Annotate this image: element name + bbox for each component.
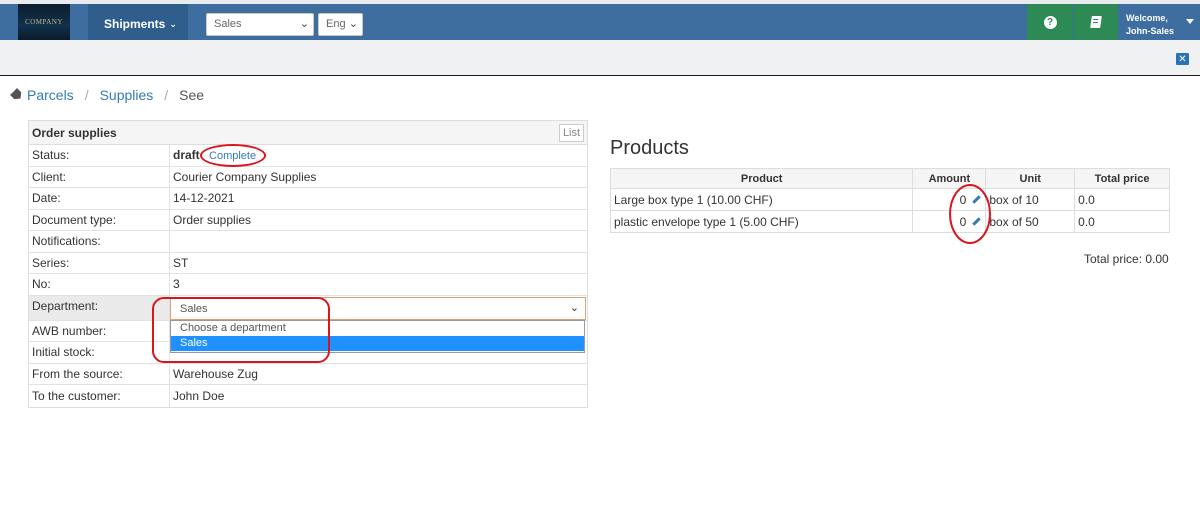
- unit-cell: box of 10: [985, 188, 1076, 211]
- pencil-icon[interactable]: [972, 217, 982, 226]
- department-switcher[interactable]: Sales ⌄: [206, 13, 314, 36]
- product-name: Large box type 1 (10.00 CHF): [609, 188, 914, 211]
- products-table: Product Amount Unit Total price Large bo…: [609, 168, 1170, 233]
- table-row: plastic envelope type 1 (5.00 CHF) 0 box…: [609, 210, 1170, 233]
- product-name: plastic envelope type 1 (5.00 CHF): [609, 210, 914, 233]
- no-label: No:: [29, 274, 170, 295]
- company-logo[interactable]: COMPANY: [18, 4, 70, 40]
- book-icon: [1090, 16, 1102, 28]
- shipments-menu-label: Shipments: [104, 17, 166, 31]
- document-type-value: Order supplies: [173, 212, 252, 227]
- chevron-down-icon: ⌄: [299, 18, 309, 30]
- department-select-value: Sales: [180, 303, 208, 315]
- close-icon[interactable]: ✕: [1176, 53, 1189, 65]
- products-header-row: Product Amount Unit Total price: [609, 168, 1170, 189]
- department-option-selected[interactable]: Sales: [171, 336, 584, 351]
- client-label: Client:: [29, 166, 170, 187]
- row-no: No: 3: [29, 274, 587, 296]
- amount-value: 0: [959, 214, 967, 229]
- column-header: Total price: [1074, 168, 1170, 189]
- status-value: draft: [173, 148, 200, 163]
- status-label: Status:: [29, 145, 170, 166]
- unit-cell: box of 50: [985, 210, 1076, 233]
- order-details-panel: Order supplies List Status: draft Comple…: [28, 120, 588, 408]
- breadcrumb-separator: /: [164, 87, 169, 103]
- language-switcher-value: Eng: [326, 18, 346, 30]
- department-dropdown-list: Choose a department Sales: [170, 320, 585, 353]
- document-type-label: Document type:: [29, 209, 170, 230]
- table-row: Large box type 1 (10.00 CHF) 0 box of 10…: [609, 188, 1170, 211]
- order-panel-title: Order supplies: [32, 126, 117, 140]
- department-label: Department:: [29, 295, 170, 320]
- breadcrumb: Parcels / Supplies / See: [12, 87, 204, 103]
- caret-down-icon: [1186, 19, 1194, 24]
- series-label: Series:: [29, 252, 170, 273]
- username: John-Sales: [1126, 26, 1175, 36]
- column-header: Unit: [985, 168, 1076, 189]
- sub-toolbar: [0, 40, 1200, 76]
- chevron-down-icon: ⌄: [348, 18, 358, 30]
- breadcrumb-supplies[interactable]: Supplies: [100, 87, 154, 103]
- row-client: Client: Courier Company Supplies: [29, 166, 587, 188]
- total-cell: 0.0: [1074, 210, 1170, 233]
- chevron-down-icon: ⌄: [569, 302, 579, 314]
- chevron-down-icon: ⌄: [169, 18, 177, 29]
- shipments-menu[interactable]: Shipments ⌄: [104, 17, 177, 31]
- column-header: Product: [609, 168, 914, 189]
- source-label: From the source:: [29, 363, 170, 384]
- amount-value: 0: [959, 192, 967, 207]
- awb-label: AWB number:: [29, 320, 170, 341]
- department-option[interactable]: Choose a department: [171, 321, 584, 336]
- amount-cell: 0: [912, 188, 987, 211]
- client-value: Courier Company Supplies: [173, 169, 317, 184]
- logo-text: COMPANY: [25, 18, 63, 26]
- tag-icon: [10, 88, 24, 102]
- breadcrumb-separator: /: [84, 87, 89, 103]
- total-cell: 0.0: [1074, 188, 1170, 211]
- no-value: 3: [173, 277, 180, 292]
- row-document-type: Document type: Order supplies: [29, 209, 587, 231]
- series-value: ST: [173, 255, 189, 270]
- column-header: Amount: [912, 168, 987, 189]
- list-button[interactable]: List: [559, 124, 584, 142]
- row-notifications: Notifications:: [29, 231, 587, 253]
- question-icon: ?: [1043, 15, 1057, 29]
- row-customer: To the customer: John Doe: [29, 385, 587, 407]
- department-select[interactable]: Sales ⌄: [170, 297, 586, 320]
- total-price: Total price: 0.00: [1084, 252, 1169, 266]
- complete-link[interactable]: Complete: [209, 150, 256, 162]
- row-status: Status: draft Complete: [29, 145, 587, 167]
- row-series: Series: ST: [29, 252, 587, 274]
- order-panel-header: Order supplies List: [29, 121, 587, 145]
- row-date: Date: 14-12-2021: [29, 188, 587, 210]
- breadcrumb-parcels[interactable]: Parcels: [27, 87, 74, 103]
- pencil-icon[interactable]: [972, 195, 982, 204]
- language-switcher[interactable]: Eng ⌄: [318, 13, 363, 36]
- date-value: 14-12-2021: [173, 191, 235, 206]
- notifications-label: Notifications:: [29, 231, 170, 252]
- department-switcher-value: Sales: [214, 18, 242, 30]
- date-label: Date:: [29, 188, 170, 209]
- amount-cell: 0: [912, 210, 987, 233]
- status-value-cell: draft Complete: [170, 148, 587, 162]
- customer-label: To the customer:: [29, 385, 170, 407]
- breadcrumb-current: See: [179, 87, 205, 103]
- customer-value: John Doe: [173, 388, 225, 403]
- source-value: Warehouse Zug: [173, 366, 258, 381]
- row-source: From the source: Warehouse Zug: [29, 363, 587, 385]
- user-menu[interactable]: Welcome, John-Sales: [1119, 4, 1200, 40]
- initial-stock-label: Initial stock:: [29, 342, 170, 363]
- products-title: Products: [610, 137, 689, 159]
- manual-button[interactable]: [1074, 4, 1118, 40]
- help-button[interactable]: ?: [1027, 4, 1073, 40]
